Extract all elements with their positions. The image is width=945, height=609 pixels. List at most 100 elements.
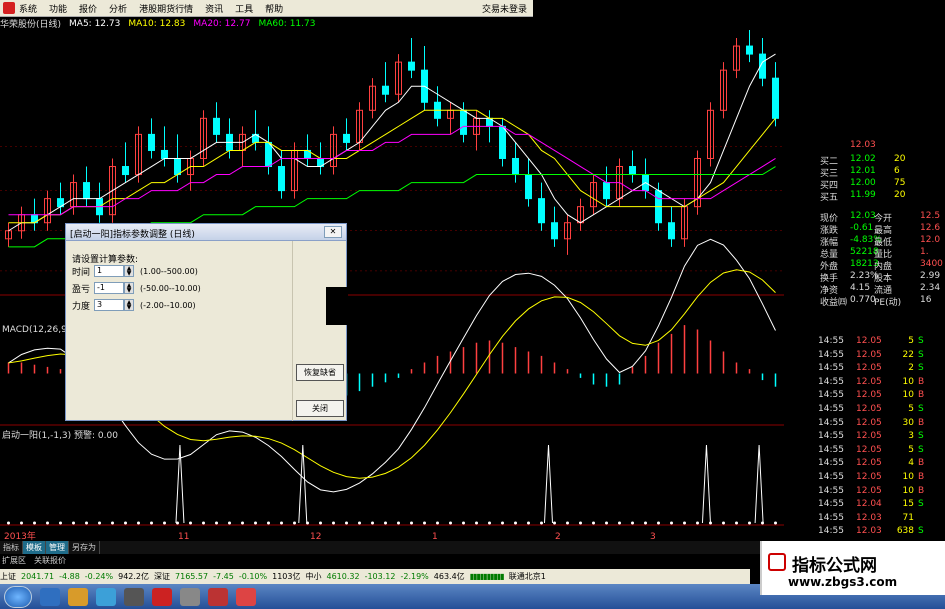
candle-body bbox=[343, 133, 350, 143]
param-input-time[interactable]: 1 bbox=[94, 265, 124, 277]
tick-side: S bbox=[918, 336, 924, 346]
signal-dot bbox=[774, 521, 777, 525]
taskbar-app2-icon[interactable] bbox=[208, 587, 228, 606]
tick-price: 12.04 bbox=[856, 499, 882, 510]
sh-value: 2041.71 bbox=[21, 572, 55, 581]
stat-value: 12.6 bbox=[920, 223, 941, 233]
tick-qty: 30 bbox=[902, 417, 914, 428]
tick-time: 14:55 bbox=[818, 458, 844, 469]
menu-item-system[interactable]: 系统 bbox=[19, 2, 37, 15]
spinner-icon[interactable]: ▲ ▼ bbox=[124, 299, 134, 311]
sz-change: -7.45 bbox=[213, 572, 234, 581]
menu-item-function[interactable]: 功能 bbox=[49, 2, 67, 15]
dialog-close-button[interactable]: 关闭 bbox=[296, 400, 344, 417]
menu-item-tools[interactable]: 工具 bbox=[235, 2, 253, 15]
tab-related-quote[interactable]: 关联报价 bbox=[32, 554, 66, 567]
signal-dot bbox=[501, 521, 504, 525]
bid-price: 12.01 bbox=[850, 166, 876, 176]
signal-spike bbox=[544, 444, 553, 524]
taskbar-browser-icon[interactable] bbox=[96, 587, 116, 606]
spinner-icon[interactable]: ▲ ▼ bbox=[124, 282, 134, 294]
candle-body bbox=[161, 149, 168, 159]
signal-dot bbox=[241, 521, 244, 525]
param-range: (-50.00--10.00) bbox=[140, 283, 201, 293]
tick-price: 12.05 bbox=[856, 376, 882, 387]
indicator-panel bbox=[7, 444, 777, 525]
taskbar-app3-icon[interactable] bbox=[236, 587, 256, 606]
taskbar-app-icon[interactable] bbox=[40, 587, 60, 606]
candle-body bbox=[460, 109, 467, 135]
zx-change: -103.12 bbox=[364, 572, 396, 581]
tick-row: 14:55 12.05 10 B bbox=[818, 390, 945, 403]
menu-item-analysis[interactable]: 分析 bbox=[109, 2, 127, 15]
bid-price: 12.02 bbox=[850, 154, 876, 164]
signal-dot bbox=[202, 521, 205, 525]
signal-dot bbox=[527, 521, 530, 525]
signal-bars-icon: ▮▮▮▮▮▮▮▮▮▮ bbox=[469, 572, 505, 581]
tick-qty: 5 bbox=[908, 444, 914, 455]
stat-row: 换手 2.23% 股本 2.99 bbox=[784, 271, 945, 284]
tick-price: 12.05 bbox=[856, 404, 882, 414]
signal-dot bbox=[540, 521, 543, 525]
dialog-close-icon[interactable]: ✕ bbox=[324, 226, 342, 238]
tick-row: 14:55 12.05 10 B bbox=[818, 377, 945, 390]
param-range: (1.00--500.00) bbox=[140, 266, 198, 276]
param-range: (-2.00--10.00) bbox=[140, 300, 196, 310]
candle-body bbox=[408, 61, 415, 71]
signal-dot bbox=[605, 521, 608, 525]
stat-value: 12.0 bbox=[920, 235, 941, 245]
menu-item-news[interactable]: 资讯 bbox=[205, 2, 223, 15]
sh-percent: -0.24% bbox=[84, 572, 114, 581]
date-tick-label: 12 bbox=[310, 532, 321, 541]
param-label: 力度 bbox=[72, 301, 91, 312]
tick-time: 14:55 bbox=[818, 404, 844, 414]
restore-default-button[interactable]: 恢复缺省 bbox=[296, 364, 344, 381]
stat-value: 2.99 bbox=[920, 271, 941, 281]
param-input-strength[interactable]: 3 bbox=[94, 299, 124, 311]
bid-price: 12.00 bbox=[850, 178, 876, 188]
indicator-tabs: 指标 模板 管理 另存为 bbox=[0, 541, 790, 554]
taskbar-stock-app-icon[interactable] bbox=[152, 587, 172, 606]
menu-item-help[interactable]: 帮助 bbox=[265, 2, 283, 15]
stat-row: 净资 4.15 流通 2.34 bbox=[784, 283, 945, 296]
candle-body bbox=[278, 166, 285, 192]
taskbar-tool-icon[interactable] bbox=[180, 587, 200, 606]
taskbar-folder-icon[interactable] bbox=[68, 587, 88, 606]
signal-dot bbox=[696, 521, 699, 525]
menu-item-quote[interactable]: 报价 bbox=[79, 2, 97, 15]
tab-save-as[interactable]: 另存为 bbox=[69, 541, 100, 554]
signal-dot bbox=[72, 521, 75, 525]
taskbar-media-icon[interactable] bbox=[124, 587, 144, 606]
tick-time: 14:55 bbox=[818, 512, 844, 523]
chart-title-row: 华荣股份(日线) MA5: 12.73 MA10: 12.83 MA20: 12… bbox=[0, 17, 323, 31]
tab-manage[interactable]: 管理 bbox=[46, 541, 69, 554]
network-status[interactable]: 联通北京1 bbox=[509, 571, 546, 582]
param-label: 时间 bbox=[72, 267, 91, 278]
tick-time: 14:55 bbox=[818, 485, 844, 496]
signal-dot bbox=[722, 521, 725, 525]
site-watermark: 指标公式网 www.zbgs3.com bbox=[760, 541, 945, 595]
signal-dot bbox=[657, 521, 660, 525]
spinner-icon[interactable]: ▲ ▼ bbox=[124, 265, 134, 277]
extension-tabs: 扩展区 关联报价 bbox=[0, 554, 790, 567]
param-input-profit[interactable]: -1 bbox=[94, 282, 124, 294]
menu-item-hk-futures[interactable]: 港股期货行情 bbox=[139, 2, 193, 15]
sz-label: 深证 bbox=[154, 572, 171, 581]
param-row-time: 时间 1 ▲ ▼ (1.00--500.00) bbox=[72, 264, 198, 278]
signal-dot bbox=[462, 521, 465, 525]
tab-indicator[interactable]: 指标 bbox=[0, 541, 23, 554]
tab-template[interactable]: 模板 bbox=[23, 541, 46, 554]
tab-extension[interactable]: 扩展区 bbox=[0, 554, 26, 567]
tick-price: 12.03 bbox=[856, 526, 882, 537]
signal-dot bbox=[748, 521, 751, 525]
login-status[interactable]: 交易未登录 bbox=[482, 2, 527, 15]
start-button-icon[interactable] bbox=[4, 585, 32, 608]
signal-dot bbox=[397, 521, 400, 525]
signal-dot bbox=[488, 521, 491, 525]
tick-row: 14:55 12.05 22 S bbox=[818, 350, 945, 363]
ma20-value: MA20: 12.77 bbox=[193, 18, 251, 29]
stat-value: 2.34 bbox=[920, 283, 941, 293]
date-tick-label: 3 bbox=[650, 532, 656, 541]
watermark-url: www.zbgs3.com bbox=[788, 575, 898, 589]
tick-qty: 10 bbox=[902, 485, 914, 496]
